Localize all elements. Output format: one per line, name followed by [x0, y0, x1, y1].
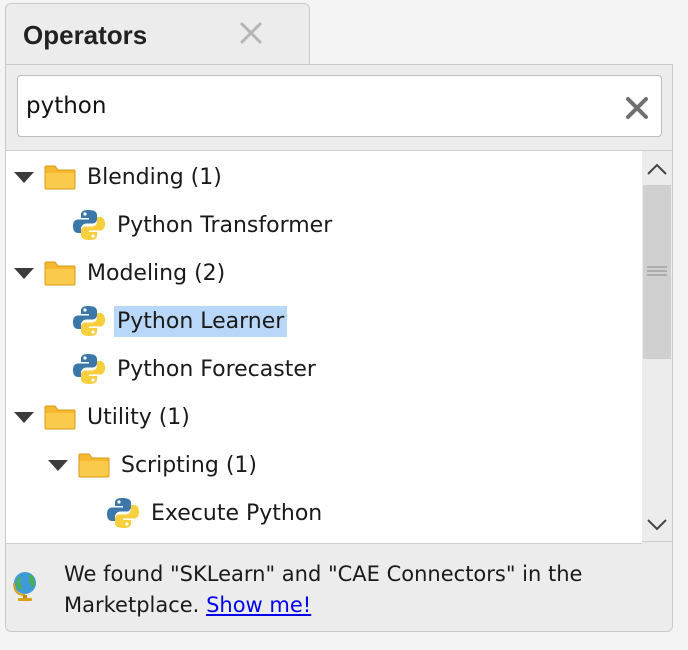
tree-folder-blending[interactable]: Blending (1) [14, 155, 225, 199]
tree-item-label-selected: Python Learner [114, 305, 288, 337]
python-icon [106, 496, 140, 530]
operators-tab[interactable]: Operators [5, 3, 310, 65]
tree-folder-utility[interactable]: Utility (1) [14, 395, 193, 439]
python-icon [72, 304, 106, 338]
message-line-1: We found "SKLearn" and "CAE Connectors" … [64, 562, 583, 586]
tree-folder-modeling[interactable]: Modeling (2) [14, 251, 228, 295]
expand-arrow-icon[interactable] [14, 267, 34, 279]
tree-item-label: Python Transformer [117, 212, 333, 238]
tree-operator-python-transformer[interactable]: Python Transformer [72, 203, 335, 247]
tree-item-label: Python Forecaster [117, 356, 316, 382]
tab-title: Operators [23, 20, 148, 50]
tree-operator-execute-python[interactable]: Execute Python [106, 491, 325, 535]
tree-item-label: Utility (1) [87, 404, 190, 430]
tree-item-label: Modeling (2) [87, 260, 226, 286]
expand-arrow-icon[interactable] [14, 411, 34, 423]
marketplace-message: We found "SKLearn" and "CAE Connectors" … [64, 559, 664, 621]
operators-panel: Blending (1) Python Transformer Modeling… [5, 64, 673, 632]
clear-search-icon[interactable] [625, 96, 649, 120]
scroll-down-icon[interactable] [642, 509, 672, 539]
expand-arrow-icon[interactable] [48, 459, 68, 471]
grip-icon [647, 266, 667, 276]
python-icon [72, 208, 106, 242]
tree-item-label: Blending (1) [87, 164, 222, 190]
folder-icon [44, 164, 76, 190]
search-box [17, 75, 662, 137]
tree-operator-python-forecaster[interactable]: Python Forecaster [72, 347, 319, 391]
globe-icon [13, 572, 36, 601]
scrollbar-thumb[interactable] [643, 185, 671, 359]
search-input[interactable] [18, 76, 608, 136]
folder-icon [78, 452, 110, 478]
vertical-scrollbar[interactable] [642, 150, 672, 542]
folder-icon [44, 404, 76, 430]
close-icon[interactable] [238, 20, 264, 46]
scroll-up-icon[interactable] [642, 155, 672, 185]
show-me-link[interactable]: Show me! [206, 593, 311, 617]
python-icon [72, 352, 106, 386]
folder-icon [44, 260, 76, 286]
marketplace-footer: We found "SKLearn" and "CAE Connectors" … [6, 543, 672, 631]
tree-operator-python-learner[interactable]: Python Learner [72, 299, 288, 343]
tree-folder-scripting[interactable]: Scripting (1) [48, 443, 260, 487]
operator-tree: Blending (1) Python Transformer Modeling… [6, 150, 642, 544]
message-line-2: Marketplace. [64, 593, 200, 617]
expand-arrow-icon[interactable] [14, 171, 34, 183]
tree-item-label: Scripting (1) [121, 452, 257, 478]
tree-item-label: Execute Python [151, 500, 323, 526]
